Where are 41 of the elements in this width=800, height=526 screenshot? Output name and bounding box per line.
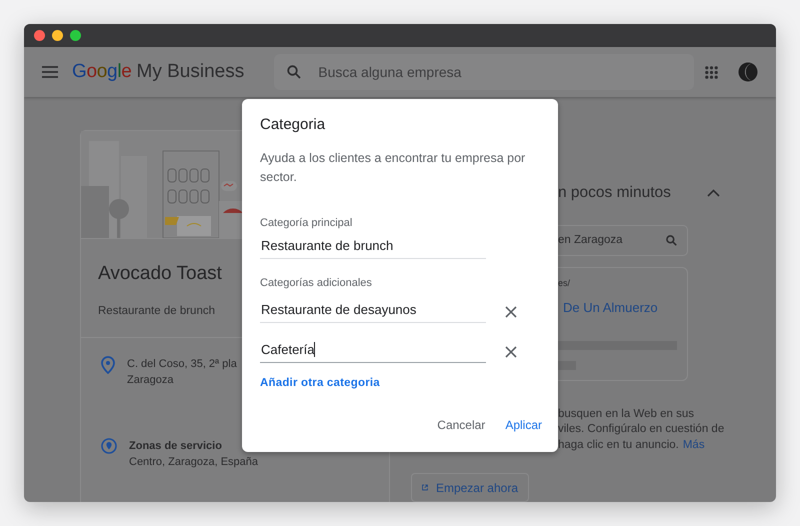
description-line: haga clic en tu anuncio. (558, 438, 679, 453)
description-line: busquen en la Web en sus (558, 406, 695, 422)
search-icon (287, 65, 302, 79)
dialog-title: Categoria (260, 116, 326, 133)
field-label: Categoría principal (260, 217, 354, 229)
ad-url: es/ (558, 278, 572, 288)
category-field[interactable]: Cafetería (260, 341, 486, 363)
business-name: Avocado Toast (98, 263, 222, 285)
text-cursor (314, 342, 316, 356)
location-pin-icon (101, 356, 115, 374)
field-label: Categorías adicionales (260, 277, 373, 289)
business-category: Restaurante de brunch (98, 305, 215, 317)
service-area-value: Centro, Zaragoza, España (129, 455, 258, 470)
close-icon (505, 346, 517, 358)
external-link-icon (422, 482, 428, 494)
close-window-button[interactable] (34, 30, 45, 41)
service-area-icon (101, 438, 117, 454)
search-icon (666, 234, 677, 246)
avatar-icon[interactable] (738, 62, 758, 82)
remove-button[interactable] (503, 304, 519, 320)
address-line: Zaragoza (127, 373, 174, 388)
address-line: C. del Coso, 35, 2ª pla (127, 357, 237, 372)
description-line: viles. Configúralo en cuestión de (558, 422, 726, 438)
primary-category-field[interactable]: Restaurante de brunch (260, 237, 486, 259)
menu-icon[interactable] (42, 66, 58, 78)
chevron-up-icon[interactable] (707, 189, 720, 197)
remove-button[interactable] (503, 344, 519, 360)
category-field[interactable]: Restaurante de desayunos (260, 301, 486, 323)
panel-heading: n pocos minutos (558, 184, 671, 202)
minimize-window-button[interactable] (52, 30, 63, 41)
zoom-window-button[interactable] (70, 30, 81, 41)
dialog-description: Ayuda a los clientes a encontrar tu empresa por sector. (260, 150, 526, 186)
close-icon (505, 306, 517, 318)
apply-button[interactable]: Aplicar (497, 414, 550, 436)
service-area-title: Zonas de servicio (129, 439, 222, 454)
ad-title: De Un Almuerzo (563, 300, 659, 315)
logo[interactable]: Google My Business (72, 61, 244, 83)
apps-grid-icon[interactable] (705, 66, 718, 78)
add-category-link[interactable]: Añadir otra categoria (260, 377, 380, 389)
cancel-button[interactable]: Cancelar (429, 414, 494, 436)
search-field[interactable]: Busca alguna empresa (274, 54, 694, 90)
